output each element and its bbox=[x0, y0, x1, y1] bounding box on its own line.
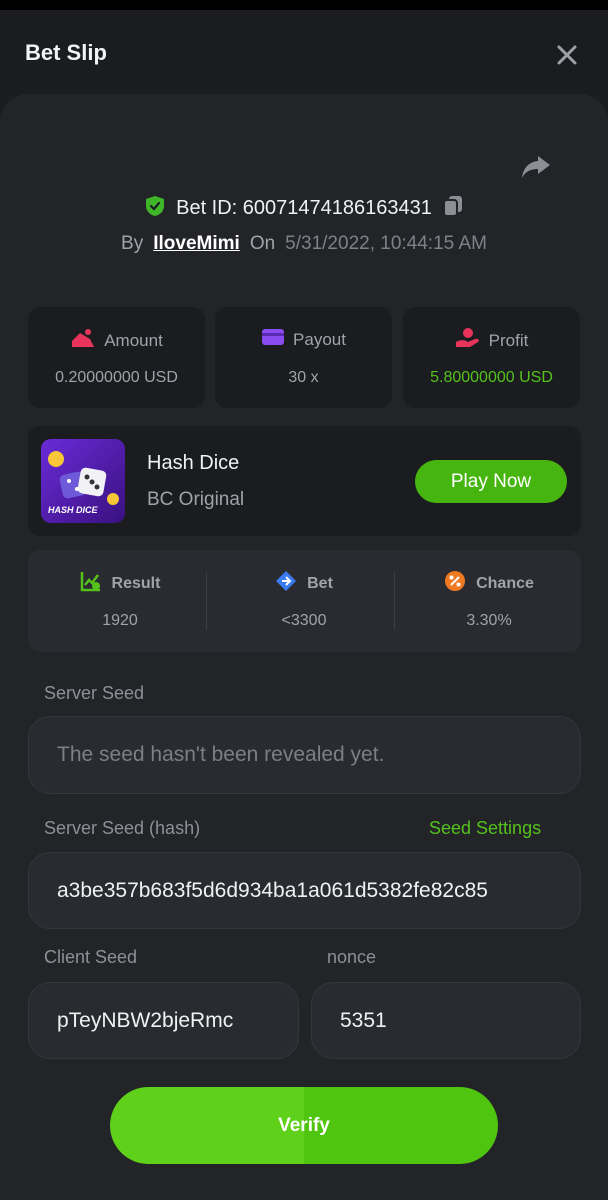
profit-value: 5.80000000 USD bbox=[430, 369, 553, 386]
close-icon[interactable] bbox=[552, 40, 582, 70]
server-seed-hash-label: Server Seed (hash) bbox=[44, 818, 201, 838]
client-seed-input[interactable]: pTeyNBW2bjeRmc bbox=[28, 982, 299, 1059]
bet-id: Bet ID: 60071474186163431 bbox=[176, 196, 432, 219]
bet-value: <3300 bbox=[281, 612, 327, 629]
result-card: Result 1920 Bet <3300 Chance 3.30% bbox=[28, 550, 581, 652]
username-link[interactable]: IloveMimi bbox=[153, 233, 240, 255]
on-label: On bbox=[249, 233, 276, 254]
status-bar bbox=[0, 0, 608, 10]
game-name: Hash Dice bbox=[147, 452, 240, 474]
chance-value: 3.30% bbox=[466, 612, 512, 629]
play-now-button[interactable]: Play Now bbox=[415, 460, 567, 503]
chance-column: Chance 3.30% bbox=[397, 550, 581, 652]
copy-icon[interactable] bbox=[442, 194, 464, 223]
divider bbox=[206, 572, 207, 630]
bet-author-row: By IloveMimi On 5/31/2022, 10:44:15 AM bbox=[0, 230, 608, 258]
payout-label: Payout bbox=[293, 329, 346, 349]
game-provider: BC Original bbox=[147, 489, 245, 510]
server-seed-hash-value: a3be357b683f5d6d934ba1a061d5382fe82c85 bbox=[57, 878, 488, 902]
seed-settings-link[interactable]: Seed Settings bbox=[429, 818, 541, 839]
header: Bet Slip bbox=[0, 10, 608, 94]
chance-percent-icon bbox=[444, 570, 466, 597]
profit-icon bbox=[455, 327, 481, 354]
result-value: 1920 bbox=[102, 612, 138, 629]
result-column: Result 1920 bbox=[28, 550, 212, 652]
payout-icon bbox=[261, 327, 285, 352]
profit-card: Profit 5.80000000 USD bbox=[403, 307, 580, 408]
game-card: HASH DICE Hash Dice BC Original Play Now bbox=[28, 426, 581, 536]
server-seed-hash-field[interactable]: a3be357b683f5d6d934ba1a061d5382fe82c85 bbox=[28, 852, 581, 929]
payout-card: Payout 30 x bbox=[215, 307, 392, 408]
hash-dice-thumbnail[interactable]: HASH DICE bbox=[41, 439, 125, 523]
verified-shield-icon bbox=[144, 195, 166, 222]
verify-button[interactable]: Verify bbox=[110, 1087, 498, 1164]
server-seed-field[interactable]: The seed hasn't been revealed yet. bbox=[28, 716, 581, 794]
page-title: Bet Slip bbox=[25, 40, 107, 65]
amount-icon bbox=[70, 327, 96, 354]
result-label: Result bbox=[111, 574, 161, 592]
server-seed-placeholder: The seed hasn't been revealed yet. bbox=[57, 743, 385, 766]
amount-card: Amount 0.20000000 USD bbox=[28, 307, 205, 408]
bet-label: Bet bbox=[307, 574, 333, 592]
nonce-label: nonce bbox=[327, 947, 377, 967]
by-label: By bbox=[121, 233, 144, 254]
thumbnail-caption: HASH DICE bbox=[48, 505, 98, 515]
client-seed-label: Client Seed bbox=[44, 947, 138, 967]
nonce-value: 5351 bbox=[340, 1008, 387, 1032]
client-seed-value: pTeyNBW2bjeRmc bbox=[57, 1008, 234, 1032]
divider bbox=[394, 572, 395, 630]
share-icon[interactable] bbox=[518, 148, 554, 184]
bet-column: Bet <3300 bbox=[212, 550, 396, 652]
bet-tag-icon bbox=[275, 570, 297, 597]
amount-value: 0.20000000 USD bbox=[55, 369, 178, 386]
bet-datetime: 5/31/2022, 10:44:15 AM bbox=[285, 233, 487, 254]
nonce-input[interactable]: 5351 bbox=[311, 982, 581, 1059]
bet-id-row: Bet ID: 60071474186163431 bbox=[0, 192, 608, 224]
chance-label: Chance bbox=[476, 574, 534, 592]
amount-label: Amount bbox=[104, 330, 163, 350]
payout-value: 30 x bbox=[288, 369, 319, 386]
result-chart-icon bbox=[80, 570, 102, 597]
profit-label: Profit bbox=[488, 330, 529, 350]
server-seed-label: Server Seed bbox=[44, 683, 145, 703]
